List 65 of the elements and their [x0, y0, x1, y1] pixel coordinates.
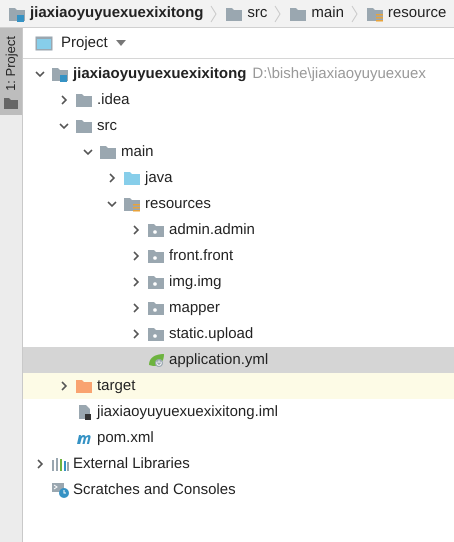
- dropdown-caret-icon[interactable]: [116, 40, 126, 46]
- breadcrumb-item[interactable]: resource: [366, 2, 446, 25]
- breadcrumb-item[interactable]: main: [289, 2, 344, 25]
- breadcrumb-item[interactable]: src: [225, 2, 268, 25]
- window-icon: [35, 36, 53, 50]
- tree-item-label: External Libraries: [73, 454, 190, 474]
- tree-item-label: resources: [145, 194, 211, 214]
- package-folder-icon: [147, 274, 165, 290]
- tab-label: 1: Project: [2, 36, 20, 91]
- folder-icon: [289, 6, 308, 22]
- tree-item-label: jiaxiaoyuyuexuexixitong: [73, 64, 246, 84]
- chevron-right-icon[interactable]: [35, 459, 45, 469]
- folder-icon: [75, 92, 93, 108]
- chevron-down-icon[interactable]: [107, 199, 117, 209]
- separator-icon: [210, 4, 218, 22]
- chevron-right-icon[interactable]: [131, 225, 141, 235]
- project-tool-tab[interactable]: 1: Project: [0, 28, 22, 115]
- package-folder-icon: [147, 222, 165, 238]
- resources-folder-icon: [366, 6, 384, 22]
- chevron-down-icon[interactable]: [59, 121, 69, 131]
- package-folder-icon: [147, 248, 165, 264]
- tree-item-label: admin.admin: [169, 220, 255, 240]
- tree-item-label: pom.xml: [97, 428, 154, 448]
- tree-item-label: Scratches and Consoles: [73, 480, 236, 500]
- tree-item-label: static.upload: [169, 324, 254, 344]
- tree-item-label: src: [97, 116, 117, 136]
- tree-item-label: img.img: [169, 272, 222, 292]
- package-folder-icon: [147, 326, 165, 342]
- breadcrumb-item[interactable]: jiaxiaoyuyuexuexixitong: [8, 2, 204, 25]
- folder-icon: [75, 378, 93, 394]
- chevron-right-icon[interactable]: [59, 381, 69, 391]
- chevron-right-icon[interactable]: [131, 251, 141, 261]
- package-folder-icon: [147, 300, 165, 316]
- resources-folder-icon: [123, 196, 141, 212]
- scratches-icon: [51, 482, 69, 498]
- tree-item-label: target: [97, 376, 136, 396]
- tree-item-label: mapper: [169, 298, 220, 318]
- folder-icon: [75, 118, 93, 134]
- chevron-right-icon[interactable]: [59, 95, 69, 105]
- module-folder-icon: [51, 66, 69, 82]
- tree-item-label: application.yml: [169, 350, 268, 370]
- chevron-right-icon[interactable]: [131, 329, 141, 339]
- folder-icon: [4, 96, 18, 109]
- chevron-down-icon[interactable]: [35, 69, 45, 79]
- tree-row[interactable]: application.yml: [23, 347, 454, 373]
- tree-item-path: D:\bishe\jiaxiaoyuyuexuex: [252, 64, 426, 84]
- tree-row[interactable]: target: [23, 373, 454, 399]
- tree-item-label: .idea: [97, 90, 130, 110]
- folder-icon: [123, 170, 141, 186]
- chevron-down-icon[interactable]: [83, 147, 93, 157]
- tree-item-label: jiaxiaoyuyuexuexixitong.iml: [97, 402, 278, 422]
- chevron-right-icon[interactable]: [107, 173, 117, 183]
- tree-item-label: java: [145, 168, 173, 188]
- module-folder-icon: [8, 6, 26, 22]
- separator-icon: [350, 4, 359, 22]
- tree-item-label: front.front: [169, 246, 234, 266]
- chevron-right-icon[interactable]: [131, 277, 141, 287]
- libraries-icon: [51, 456, 69, 472]
- tree-item-label: main: [121, 142, 154, 162]
- separator-icon: [274, 4, 282, 22]
- folder-icon: [225, 6, 244, 22]
- panel-title: Project: [61, 32, 108, 53]
- chevron-right-icon[interactable]: [131, 303, 141, 313]
- folder-icon: [99, 144, 117, 160]
- leaf-config-icon: [147, 352, 165, 368]
